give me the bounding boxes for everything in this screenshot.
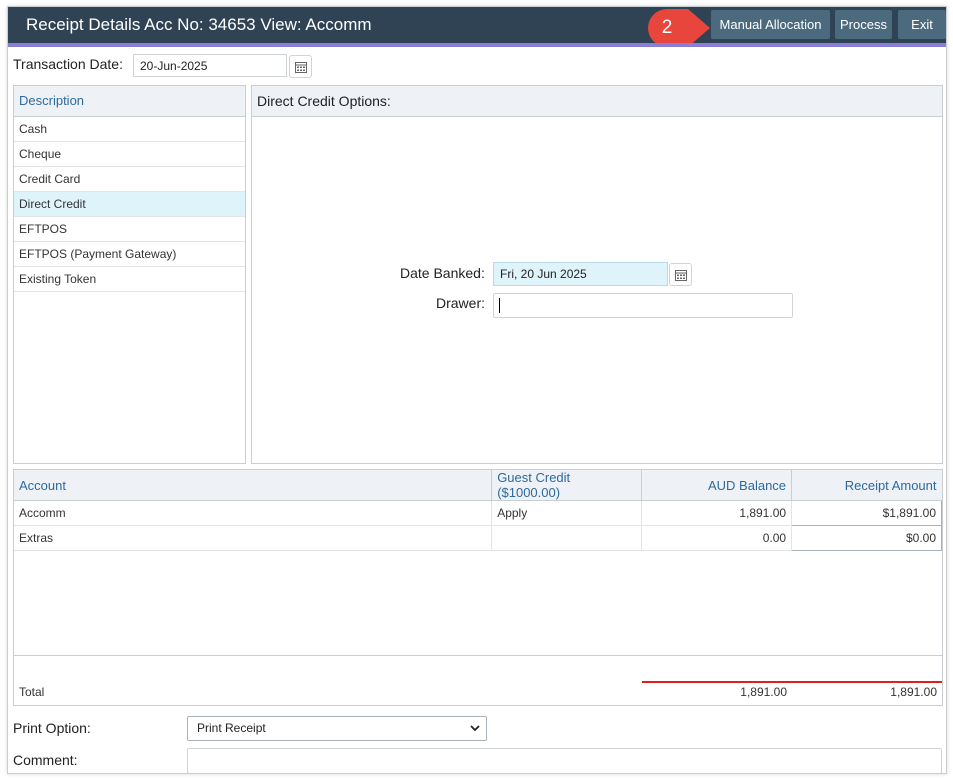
payment-method-list: Description Cash Cheque Credit Card Dire… [13,85,246,464]
text-cursor [499,298,500,313]
aud-balance: 1,891.00 [641,500,793,526]
exit-button[interactable]: Exit [898,10,946,39]
calendar-icon [295,62,307,73]
table-row: Extras 0.00 $0.00 [14,525,942,551]
receipt-amount-input[interactable]: $0.00 [791,525,942,551]
table-row: Accomm Apply 1,891.00 $1,891.00 [14,500,942,526]
total-underline [642,681,942,683]
payment-method-credit-card[interactable]: Credit Card [14,167,245,192]
column-header-aud-balance: AUD Balance [641,470,793,501]
process-button[interactable]: Process [835,10,892,39]
transaction-date-label: Transaction Date: [13,56,123,72]
payment-method-cash[interactable]: Cash [14,117,245,142]
calendar-icon [675,270,687,281]
options-header: Direct Credit Options: [252,86,942,117]
total-receipt: 1,891.00 [890,685,937,699]
drawer-input[interactable] [493,293,793,318]
payment-method-eftpos-gateway[interactable]: EFTPOS (Payment Gateway) [14,242,245,267]
account-name: Accomm [14,500,493,526]
print-option-label: Print Option: [13,720,91,736]
accent-strip [8,43,946,47]
print-option-select[interactable]: Print Receipt [187,716,487,741]
guest-credit-cell [491,525,643,551]
aud-balance: 0.00 [641,525,793,551]
total-balance: 1,891.00 [740,685,787,699]
transaction-date-input[interactable]: 20-Jun-2025 [133,54,287,77]
payment-method-cheque[interactable]: Cheque [14,142,245,167]
manual-allocation-button[interactable]: Manual Allocation [711,10,830,39]
account-name: Extras [14,525,493,551]
transaction-date-calendar-button[interactable] [289,55,312,78]
total-label: Total [19,685,45,699]
step-badge: 2 [648,9,710,47]
drawer-label: Drawer: [436,295,486,311]
step-badge-number: 2 [661,17,673,38]
print-option-value: Print Receipt [197,721,266,735]
payment-method-eftpos[interactable]: EFTPOS [14,217,245,242]
chevron-down-icon [470,725,480,732]
payment-method-header: Description [14,86,245,117]
window-title: Receipt Details Acc No: 34653 View: Acco… [26,15,372,34]
comment-input[interactable] [187,748,942,773]
title-bar: Receipt Details Acc No: 34653 View: Acco… [8,7,946,47]
payment-method-direct-credit[interactable]: Direct Credit [14,192,245,217]
date-banked-label: Date Banked: [400,265,485,281]
table-header-row: Account Guest Credit ($1000.00) AUD Bala… [14,470,942,501]
comment-label: Comment: [13,752,78,768]
column-header-account: Account [14,470,493,501]
apply-credit-link[interactable]: Apply [491,500,643,526]
column-header-receipt-amount: Receipt Amount [791,470,942,501]
date-banked-calendar-button[interactable] [669,263,692,286]
receipt-window: Receipt Details Acc No: 34653 View: Acco… [7,6,947,774]
column-header-guest-credit: Guest Credit ($1000.00) [491,470,643,501]
receipt-amount-input[interactable]: $1,891.00 [791,500,942,526]
accounts-table-panel: Account Guest Credit ($1000.00) AUD Bala… [13,469,943,706]
date-banked-input[interactable]: Fri, 20 Jun 2025 [493,262,668,286]
payment-method-existing-token[interactable]: Existing Token [14,267,245,292]
total-divider [14,655,942,656]
accounts-table: Account Guest Credit ($1000.00) AUD Bala… [14,470,942,551]
